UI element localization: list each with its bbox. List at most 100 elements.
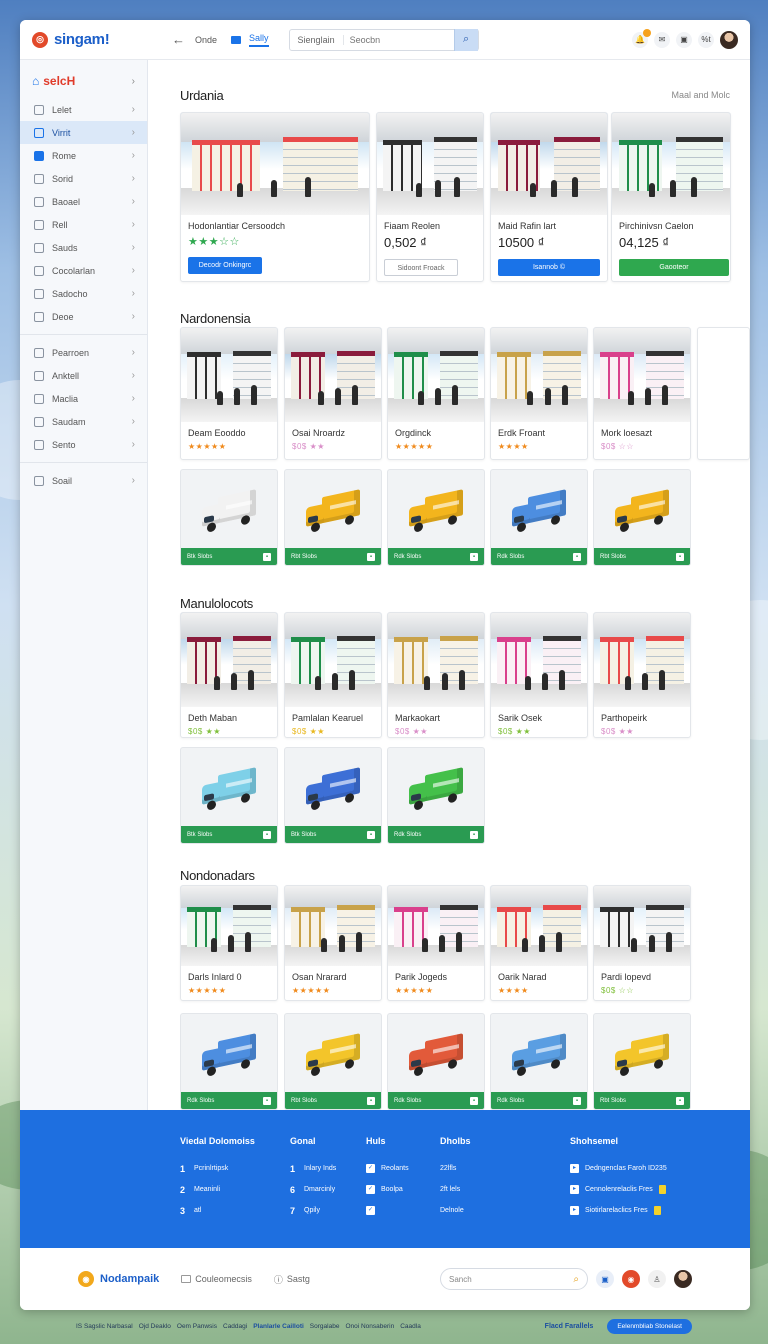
footer-link[interactable]: Delnole	[440, 1200, 471, 1221]
search-input[interactable]	[343, 34, 454, 45]
search-button[interactable]: ⌕	[453, 28, 478, 51]
checkbox-icon[interactable]: ▪	[263, 552, 271, 561]
bottom-strip-link[interactable]: Sorgalabe	[310, 1323, 340, 1330]
search-scope[interactable]: Sienglain	[290, 34, 344, 45]
back-arrow-icon[interactable]: ←	[172, 32, 185, 47]
store-card[interactable]: Pardi lopevd $0$ ☆☆	[593, 885, 691, 1001]
footer-link[interactable]: 7 Qpily	[290, 1200, 336, 1221]
truck-card[interactable]: Rbt Slobs ▪	[284, 469, 382, 566]
sidebar-header[interactable]: ⌂ selcH ›	[20, 60, 147, 98]
store-card[interactable]: Sarik Osek $0$ ★★	[490, 612, 588, 738]
store-card[interactable]: Erdk Froant ★★★★	[490, 327, 588, 460]
screen-icon[interactable]: ▣	[596, 1270, 614, 1288]
truck-card[interactable]: Rbt Slobs ▪	[593, 469, 691, 566]
store-card[interactable]: Mork loesazt $0$ ☆☆	[593, 327, 691, 460]
checkbox-icon[interactable]: ▪	[263, 1096, 271, 1105]
sidebar-item-deoe[interactable]: Deoe ›	[20, 305, 147, 328]
store-card[interactable]: Orgdinck ★★★★★	[387, 327, 485, 460]
sidebar-item-maclia[interactable]: Maclia ›	[20, 387, 147, 410]
app-logo[interactable]: ◎ singam!	[32, 31, 172, 48]
sidebar-item-soail[interactable]: Soail ›	[20, 469, 147, 492]
store-card[interactable]: Oarik Narad ★★★★	[490, 885, 588, 1001]
message-icon[interactable]: ▣	[676, 31, 692, 48]
store-card[interactable]: Darls Inlard 0 ★★★★★	[180, 885, 278, 1001]
footer-link[interactable]: 6 Dmarcinly	[290, 1179, 336, 1200]
footer-link[interactable]: 22lfls	[440, 1158, 471, 1179]
footer-logo[interactable]: ◉ Nodampaik	[78, 1271, 159, 1287]
footer-link-1[interactable]: Couleomecsis	[181, 1274, 252, 1284]
sidebar-item-rell[interactable]: Rell ›	[20, 213, 147, 236]
bottom-strip-link[interactable]: Ojd Deaklo	[139, 1323, 171, 1330]
footer-link[interactable]: ▸ Dedngenclas Faroh ID235	[570, 1158, 667, 1179]
card-action-button[interactable]: Decodr Onkingrc	[188, 257, 262, 274]
sidebar-item-sauds[interactable]: Sauds ›	[20, 236, 147, 259]
sidebar-item-sadocho[interactable]: Sadocho ›	[20, 282, 147, 305]
camera-icon[interactable]: ◉	[622, 1270, 640, 1288]
bottom-strip-link[interactable]: IS Sagslic Narbasal	[76, 1323, 133, 1330]
bottom-strip-link[interactable]: Planlarle Cailloti	[253, 1323, 304, 1330]
sidebar-item-lelet[interactable]: Lelet ›	[20, 98, 147, 121]
footer-link[interactable]: 1 Inlary Inds	[290, 1158, 336, 1179]
checkbox-icon[interactable]: ▪	[573, 552, 581, 561]
store-card[interactable]: Osan Nrarard ★★★★★	[284, 885, 382, 1001]
truck-card[interactable]: Btk Slobs ▪	[180, 747, 278, 844]
footer-link[interactable]: ▸ Cennolenrelaclis Fres	[570, 1179, 667, 1200]
sidebar-item-pearroen[interactable]: Pearroen ›	[20, 341, 147, 364]
checkbox-icon[interactable]: ▪	[367, 1096, 375, 1105]
sidebar-item-saudam[interactable]: Saudam ›	[20, 410, 147, 433]
featured-card[interactable]: Pirchinivsn Caelon 04,125 ₫ Gaooteor	[611, 112, 731, 282]
footer-link[interactable]: 3 atl	[180, 1200, 255, 1221]
truck-card[interactable]: Rdk Slobs ▪	[490, 1013, 588, 1110]
checkbox-icon[interactable]: ▪	[367, 830, 375, 839]
bottom-strip-link[interactable]: Caadla	[400, 1323, 421, 1330]
featured-card[interactable]: Fiaam Reolen 0,502 ₫ Sidoont Froack	[376, 112, 484, 282]
avatar[interactable]	[720, 30, 738, 49]
footer-search-input[interactable]: Sanch ⌕	[440, 1268, 588, 1290]
checkbox-icon[interactable]: ▪	[470, 1096, 478, 1105]
chat-icon[interactable]: ✉	[654, 31, 670, 48]
checkbox-icon[interactable]: ▪	[676, 1096, 684, 1105]
bottom-strip-link[interactable]: Caddagi	[223, 1323, 247, 1330]
truck-card[interactable]: Rbt Slobs ▪	[593, 1013, 691, 1110]
checkbox-icon[interactable]: ▪	[367, 552, 375, 561]
footer-link[interactable]: ✓ Boolpa	[366, 1179, 409, 1200]
store-card[interactable]: Parthopeirk $0$ ★★	[593, 612, 691, 738]
sidebar-item-anktell[interactable]: Anktell ›	[20, 364, 147, 387]
truck-card[interactable]: Btk Slobs ▪	[180, 469, 278, 566]
featured-card[interactable]: Maid Rafin lart 10500 ₫ Isannob ©	[490, 112, 608, 282]
footer-link-2[interactable]: ⓘ Sastg	[274, 1273, 310, 1286]
sidebar-item-sorid[interactable]: Sorid ›	[20, 167, 147, 190]
bottom-strip-button[interactable]: Eelenmbliab Stonelast	[607, 1318, 692, 1334]
footer-link[interactable]: 2ft lels	[440, 1179, 471, 1200]
bottom-strip-link[interactable]: Onoi Nonsaberin	[345, 1323, 394, 1330]
checkbox-icon[interactable]: ▪	[676, 552, 684, 561]
sidebar-item-sento[interactable]: Sento ›	[20, 433, 147, 456]
truck-card[interactable]: Rdk Slobs ▪	[387, 747, 485, 844]
user-icon[interactable]: ♙	[648, 1270, 666, 1288]
truck-card[interactable]: Rdk Slobs ▪	[490, 469, 588, 566]
checkbox-icon[interactable]: ▪	[470, 830, 478, 839]
footer-link[interactable]: ✓ Reolants	[366, 1158, 409, 1179]
truck-card[interactable]: Rdk Slobs ▪	[387, 1013, 485, 1110]
sidebar-item-baoael[interactable]: Baoael ›	[20, 190, 147, 213]
store-card[interactable]: Pamlalan Kearuel $0$ ★★	[284, 612, 382, 738]
store-card[interactable]: Deth Maban $0$ ★★	[180, 612, 278, 738]
see-more-link[interactable]: Maal and Molc	[671, 90, 730, 100]
store-card[interactable]: Parik Jogeds ★★★★★	[387, 885, 485, 1001]
card-action-button[interactable]: Gaooteor	[619, 259, 729, 276]
card-action-button[interactable]: Sidoont Froack	[384, 259, 458, 276]
sidebar-item-rome[interactable]: Rome ›	[20, 144, 147, 167]
store-card[interactable]: Osai Nroardz $0$ ★★	[284, 327, 382, 460]
nav-link-2[interactable]: Sally	[249, 33, 269, 47]
featured-card[interactable]: Hodonlantiar Cersoodch ★★★☆☆ Decodr Onking…	[180, 112, 370, 282]
truck-card[interactable]: Rdk Slobs ▪	[180, 1013, 278, 1110]
sidebar-item-virrit[interactable]: Virrit ›	[20, 121, 147, 144]
nav-link-1[interactable]: Onde	[195, 35, 217, 45]
footer-avatar[interactable]	[674, 1270, 692, 1288]
store-card[interactable]: Deam Eooddo ★★★★★	[180, 327, 278, 460]
card-action-button[interactable]: Isannob ©	[498, 259, 600, 276]
user-short[interactable]: %t	[698, 31, 714, 48]
store-card[interactable]: Markaokart $0$ ★★	[387, 612, 485, 738]
truck-card[interactable]: Rdk Slobs ▪	[387, 469, 485, 566]
bell-icon[interactable]: 🔔	[632, 28, 651, 48]
